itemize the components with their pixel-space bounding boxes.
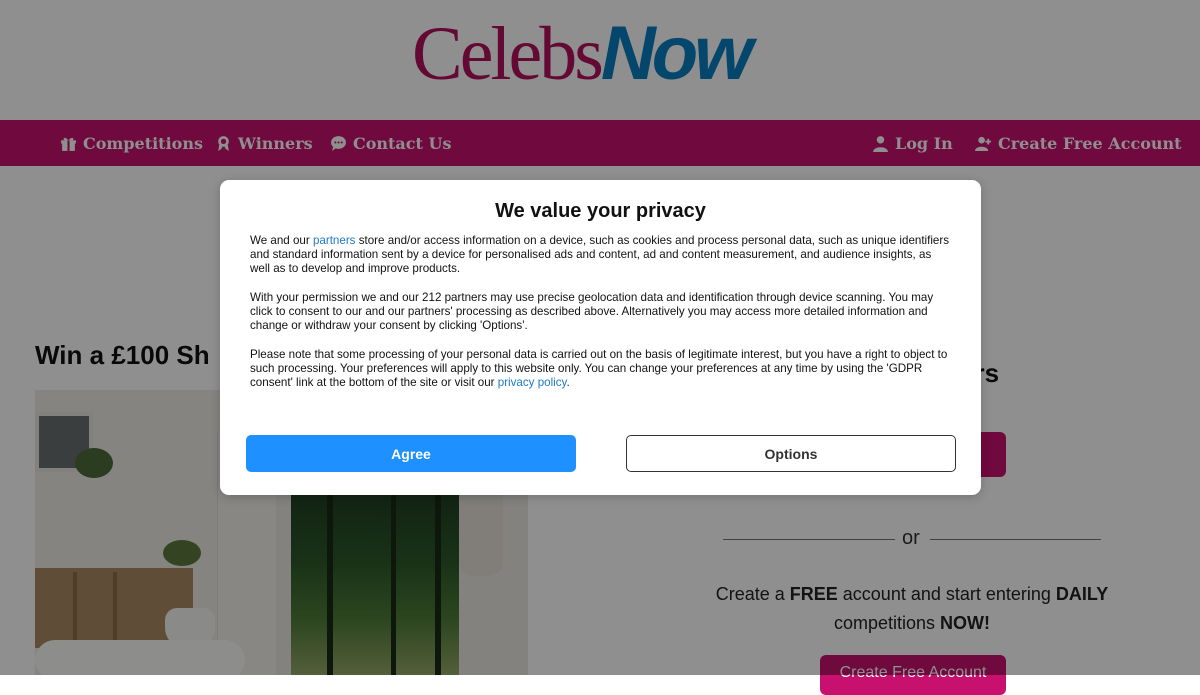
consent-paragraph-3: Please note that some processing of your… [250,348,948,390]
agree-button[interactable]: Agree [246,435,576,472]
privacy-consent-dialog: We value your privacy We and our partner… [220,180,981,495]
consent-paragraph-1: We and our partners store and/or access … [250,234,950,276]
privacy-policy-link[interactable]: privacy policy [498,376,567,389]
options-button[interactable]: Options [626,435,956,472]
partners-link[interactable]: partners [313,234,356,247]
consent-paragraph-2: With your permission we and our 212 part… [250,291,934,333]
dialog-title: We value your privacy [495,200,706,222]
